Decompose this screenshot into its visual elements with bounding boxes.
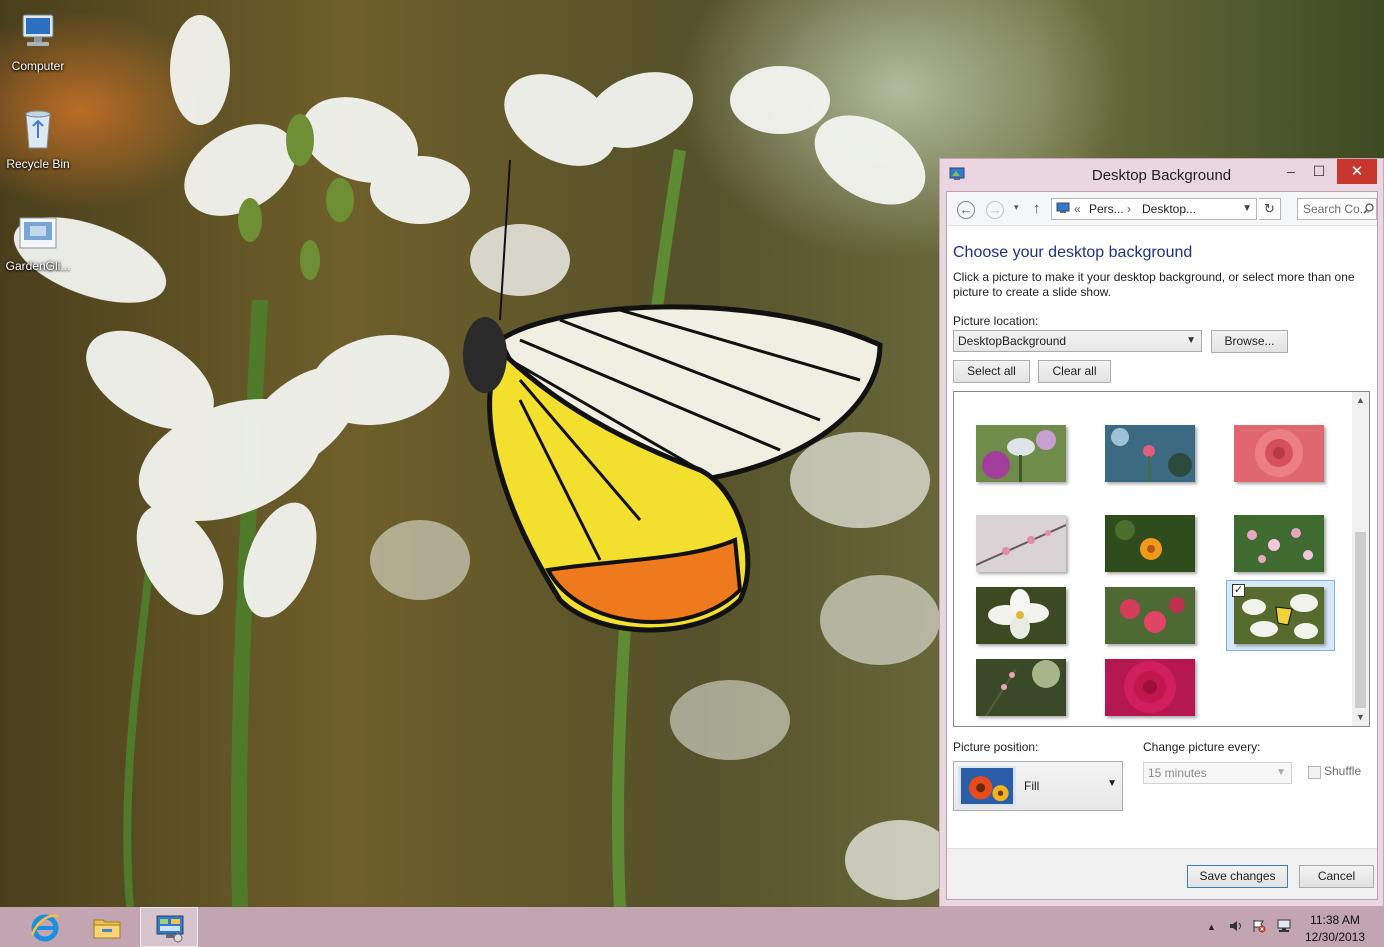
shuffle-checkbox[interactable] — [1308, 766, 1321, 779]
address-bar[interactable]: « Pers... › Desktop... ▼ — [1051, 198, 1257, 220]
clock-time[interactable]: 11:38 AM — [1300, 913, 1370, 927]
breadcrumb-overflow[interactable]: « — [1074, 199, 1081, 219]
thumbnail-pink-rose[interactable] — [1234, 425, 1324, 482]
thumbnail-small-pink-blossoms[interactable] — [976, 659, 1066, 716]
thumbnail-white-lily[interactable] — [976, 587, 1066, 644]
breadcrumb-separator-icon[interactable]: › — [1127, 199, 1131, 219]
desktop-icon-label: Recycle Bin — [6, 157, 70, 171]
thumbnail-butterfly-white-flowers[interactable] — [1234, 587, 1324, 644]
desktop-icon-computer[interactable]: Computer — [0, 10, 76, 73]
picture-position-label: Picture position: — [953, 740, 1039, 754]
search-icon[interactable] — [1363, 203, 1374, 214]
picture-location-value: DesktopBackground — [958, 334, 1067, 348]
chevron-down-icon: ▼ — [1276, 767, 1286, 778]
thumbnail-butterfly-purple[interactable] — [976, 425, 1066, 482]
back-arrow-icon[interactable]: ← — [957, 201, 975, 219]
selected-checkbox-icon[interactable]: ✓ — [1232, 584, 1245, 597]
taskbar-control-panel[interactable] — [140, 907, 198, 947]
scroll-up-arrow-icon[interactable]: ▲ — [1352, 392, 1369, 409]
window-titlebar[interactable]: Desktop Background – ☐ ✕ — [940, 159, 1383, 191]
clear-all-button[interactable]: Clear all — [1038, 360, 1111, 383]
gallery-scrollbar[interactable]: ▲ ▼ — [1352, 392, 1369, 726]
computer-icon — [22, 14, 54, 46]
theme-file-icon — [19, 217, 57, 249]
breadcrumb-item-desktop-background[interactable]: Desktop... — [1142, 199, 1196, 219]
show-hidden-icons-chevron-icon[interactable]: ▲ — [1207, 922, 1216, 932]
thumbnail-red-gerberas[interactable] — [1105, 587, 1195, 644]
taskbar: ▲ 11:38 AM 12/30/2013 — [0, 907, 1384, 947]
thumbnail-magenta-dahlia[interactable] — [1105, 659, 1195, 716]
volume-icon[interactable] — [1229, 919, 1243, 933]
browse-button[interactable]: Browse... — [1211, 330, 1288, 353]
page-heading: Choose your desktop background — [953, 244, 1193, 261]
recycle-bin-icon — [25, 110, 51, 149]
navigation-bar: ← → ▾ ↑ « Pers... › Desktop... ▼ ↻ Searc… — [947, 192, 1377, 226]
file-explorer-icon — [93, 919, 121, 939]
maximize-button[interactable]: ☐ — [1305, 159, 1333, 184]
shuffle-label: Shuffle — [1324, 764, 1362, 778]
network-icon[interactable] — [1276, 919, 1292, 933]
search-placeholder: Search Co... — [1303, 202, 1370, 216]
scroll-down-arrow-icon[interactable]: ▼ — [1352, 709, 1369, 726]
change-picture-value: 15 minutes — [1148, 766, 1207, 780]
close-button[interactable]: ✕ — [1337, 159, 1377, 184]
chevron-down-icon: ▼ — [1186, 335, 1196, 346]
thumbnail-orange-flower[interactable] — [1105, 515, 1195, 572]
search-input[interactable]: Search Co... — [1297, 198, 1377, 220]
desktop-background-window: Desktop Background – ☐ ✕ ← → ▾ ↑ « Pers.… — [939, 158, 1384, 907]
thumbnail-pink-blossom-branch[interactable] — [976, 515, 1066, 572]
select-all-button[interactable]: Select all — [953, 360, 1030, 383]
picture-position-value: Fill — [1024, 779, 1040, 793]
desktop-icon-label: Computer — [11, 59, 65, 73]
up-arrow-icon[interactable]: ↑ — [1033, 200, 1041, 217]
minimize-button[interactable]: – — [1277, 159, 1305, 184]
clock-date[interactable]: 12/30/2013 — [1300, 930, 1370, 944]
breadcrumb-item-personalization[interactable]: Pers... — [1089, 199, 1124, 219]
internet-explorer-icon — [30, 914, 59, 942]
cancel-button[interactable]: Cancel — [1299, 865, 1374, 888]
address-dropdown-chevron-icon[interactable]: ▼ — [1242, 199, 1252, 219]
wallpaper-gallery[interactable]: ✓ ▲ ▼ — [953, 391, 1370, 727]
refresh-button[interactable]: ↻ — [1259, 198, 1281, 220]
picture-location-label: Picture location: — [953, 314, 1039, 328]
desktop-icon-recycle-bin[interactable]: Recycle Bin — [0, 108, 76, 171]
desktop-icon-label: GardenGli... — [5, 259, 71, 273]
dialog-footer: Save changes Cancel — [947, 848, 1377, 899]
taskbar-internet-explorer[interactable] — [16, 907, 74, 947]
chevron-down-icon: ▼ — [1107, 778, 1117, 789]
window-client-area: ← → ▾ ↑ « Pers... › Desktop... ▼ ↻ Searc… — [946, 191, 1378, 900]
change-picture-label: Change picture every: — [1143, 740, 1261, 754]
picture-location-select[interactable]: DesktopBackground ▼ — [953, 330, 1202, 352]
taskbar-file-explorer[interactable] — [78, 907, 136, 947]
fill-preview-icon — [958, 766, 1016, 806]
thumbnail-pink-wildflowers[interactable] — [1234, 515, 1324, 572]
change-picture-interval-select[interactable]: 15 minutes ▼ — [1143, 762, 1292, 784]
page-description: Click a picture to make it your desktop … — [953, 270, 1355, 299]
thumbnail-pink-flower-blue[interactable] — [1105, 425, 1195, 482]
control-panel-location-icon — [1056, 202, 1070, 213]
picture-position-select[interactable]: Fill ▼ — [953, 761, 1123, 811]
recent-locations-chevron-icon[interactable]: ▾ — [1014, 202, 1019, 213]
forward-arrow-icon[interactable]: → — [986, 201, 1004, 219]
control-panel-icon — [156, 915, 184, 943]
save-changes-button[interactable]: Save changes — [1187, 865, 1288, 888]
desktop-icon-theme-file[interactable]: GardenGli... — [0, 210, 76, 273]
action-center-flag-icon[interactable] — [1252, 919, 1266, 933]
scrollbar-thumb[interactable] — [1355, 532, 1366, 708]
